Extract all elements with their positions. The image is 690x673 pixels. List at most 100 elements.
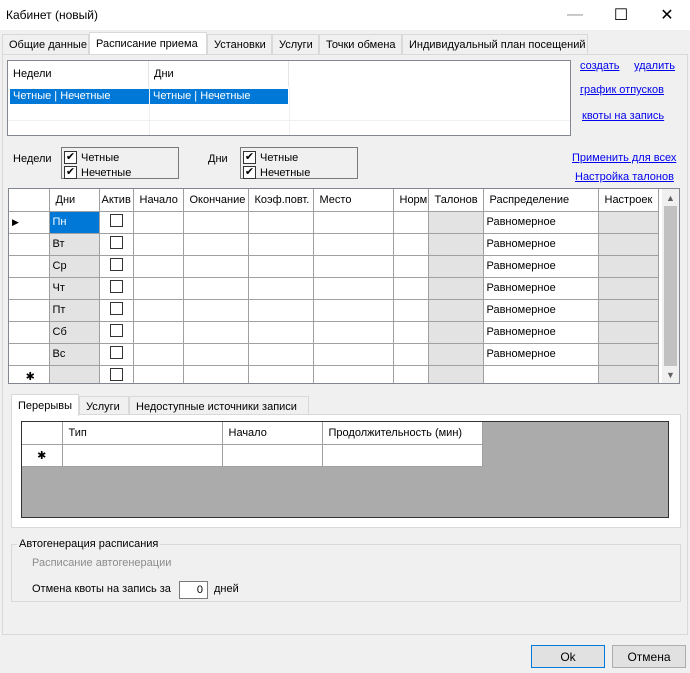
active-cell[interactable] — [99, 365, 134, 383]
list-cell-days[interactable]: Четные | Нечетные — [150, 89, 288, 104]
col-header-tickets[interactable]: Талонов — [428, 189, 484, 212]
row-header[interactable] — [9, 233, 50, 256]
end-cell[interactable] — [183, 343, 249, 366]
repeat-coef-cell[interactable] — [248, 321, 314, 344]
repeat-coef-cell[interactable] — [248, 277, 314, 300]
norm-cell[interactable] — [393, 299, 429, 322]
active-cell[interactable] — [99, 233, 134, 256]
row-header[interactable] — [9, 255, 50, 278]
start-cell[interactable] — [133, 211, 184, 234]
active-cell[interactable] — [99, 255, 134, 278]
breaks-cell-duration[interactable] — [322, 444, 483, 467]
place-cell[interactable] — [313, 299, 394, 322]
quota-cancel-days-input[interactable]: 0 — [179, 581, 208, 599]
subtab-unavailable-sources[interactable]: Недоступные источники записи — [129, 396, 309, 416]
place-cell[interactable] — [313, 277, 394, 300]
distribution-cell[interactable]: Равномерное — [483, 211, 599, 234]
table-row[interactable]: Чт Равномерное — [9, 277, 659, 300]
breaks-col-duration[interactable]: Продолжительность (мин) — [322, 422, 483, 445]
active-checkbox[interactable] — [109, 302, 123, 315]
place-cell[interactable] — [313, 343, 394, 366]
list-header-days[interactable]: Дни — [149, 61, 289, 87]
end-cell[interactable] — [183, 277, 249, 300]
day-cell[interactable]: Вт — [49, 233, 100, 256]
grid-cell[interactable] — [248, 365, 314, 383]
distribution-cell[interactable]: Равномерное — [483, 233, 599, 256]
scroll-down-icon[interactable]: ▼ — [662, 366, 679, 383]
grid-cell[interactable] — [183, 365, 249, 383]
active-checkbox[interactable] — [109, 280, 123, 293]
col-header-settings[interactable]: Настроек — [598, 189, 659, 212]
grid-cell[interactable] — [393, 365, 429, 383]
place-cell[interactable] — [313, 233, 394, 256]
repeat-coef-cell[interactable] — [248, 255, 314, 278]
table-row[interactable]: Сб Равномерное — [9, 321, 659, 344]
booking-quotas-link[interactable]: квоты на запись — [582, 110, 664, 122]
col-header-start[interactable]: Начало — [133, 189, 184, 212]
scrollbar-thumb[interactable] — [664, 206, 677, 366]
col-header-end[interactable]: Окончание — [183, 189, 249, 212]
end-cell[interactable] — [183, 255, 249, 278]
col-header-norm[interactable]: Норм — [393, 189, 429, 212]
start-cell[interactable] — [133, 255, 184, 278]
breaks-grid[interactable]: Тип Начало Продолжительность (мин) ✱ — [21, 421, 669, 518]
active-checkbox[interactable] — [109, 214, 123, 227]
row-header[interactable] — [9, 343, 50, 366]
schedule-grid[interactable]: Дни Актив Начало Окончание Коэф.повт. Ме… — [8, 188, 680, 384]
norm-cell[interactable] — [393, 277, 429, 300]
repeat-coef-cell[interactable] — [248, 211, 314, 234]
place-cell[interactable] — [313, 255, 394, 278]
active-cell[interactable] — [99, 277, 134, 300]
col-header-days[interactable]: Дни — [49, 189, 100, 212]
row-header[interactable] — [9, 299, 50, 322]
table-row[interactable]: Ср Равномерное — [9, 255, 659, 278]
grid-cell[interactable] — [313, 365, 394, 383]
active-checkbox[interactable] — [109, 258, 123, 271]
week-day-list[interactable]: Недели Дни Четные | Нечетные Четные | Не… — [7, 60, 571, 136]
norm-cell[interactable] — [393, 343, 429, 366]
start-cell[interactable] — [133, 321, 184, 344]
day-cell[interactable]: Вс — [49, 343, 100, 366]
day-cell[interactable]: Пн — [49, 211, 100, 234]
close-icon[interactable]: ✕ — [644, 0, 690, 30]
scroll-up-icon[interactable]: ▲ — [662, 189, 679, 206]
breaks-col-type[interactable]: Тип — [62, 422, 223, 445]
cancel-button[interactable]: Отмена — [612, 645, 686, 668]
minimize-icon[interactable]: — — [552, 0, 598, 30]
active-checkbox[interactable] — [109, 368, 123, 381]
grid-cell[interactable] — [428, 365, 484, 383]
end-cell[interactable] — [183, 233, 249, 256]
tab-general[interactable]: Общие данные — [2, 34, 89, 54]
repeat-coef-cell[interactable] — [248, 299, 314, 322]
day-cell[interactable] — [49, 365, 100, 383]
col-header-place[interactable]: Место — [313, 189, 394, 212]
ok-button[interactable]: Ok — [531, 645, 605, 668]
breaks-cell-start[interactable] — [222, 444, 323, 467]
tab-settings[interactable]: Установки — [207, 34, 272, 54]
distribution-cell[interactable]: Равномерное — [483, 277, 599, 300]
apply-to-all-link[interactable]: Применить для всех — [572, 152, 676, 164]
table-row[interactable]: Пт Равномерное — [9, 299, 659, 322]
norm-cell[interactable] — [393, 211, 429, 234]
col-header-distribution[interactable]: Распределение — [483, 189, 599, 212]
place-cell[interactable] — [313, 211, 394, 234]
end-cell[interactable] — [183, 299, 249, 322]
start-cell[interactable] — [133, 299, 184, 322]
row-header[interactable]: ▶ — [9, 211, 50, 234]
grid-cell[interactable] — [133, 365, 184, 383]
create-link[interactable]: создать — [580, 60, 619, 72]
row-header[interactable] — [9, 277, 50, 300]
norm-cell[interactable] — [393, 233, 429, 256]
distribution-cell[interactable]: Равномерное — [483, 343, 599, 366]
new-table-row[interactable]: ✱ — [9, 365, 659, 383]
place-cell[interactable] — [313, 321, 394, 344]
breaks-col-start[interactable]: Начало — [222, 422, 323, 445]
active-checkbox[interactable] — [109, 346, 123, 359]
distribution-cell[interactable]: Равномерное — [483, 321, 599, 344]
tab-services[interactable]: Услуги — [272, 34, 319, 54]
subtab-breaks[interactable]: Перерывы — [11, 394, 79, 416]
grid-cell[interactable] — [598, 365, 659, 383]
distribution-cell[interactable]: Равномерное — [483, 255, 599, 278]
repeat-coef-cell[interactable] — [248, 343, 314, 366]
start-cell[interactable] — [133, 277, 184, 300]
